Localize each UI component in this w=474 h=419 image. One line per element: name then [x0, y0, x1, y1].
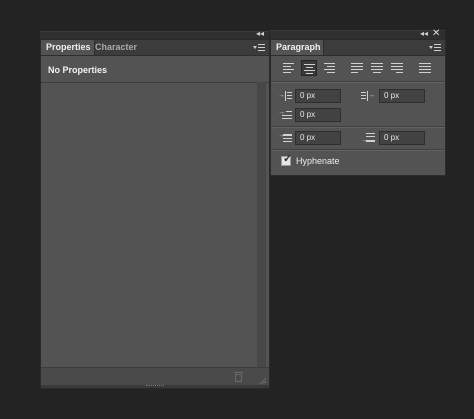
properties-header: No Properties [41, 56, 269, 83]
indent-right-field[interactable]: 0 px [379, 89, 425, 103]
indent-first-line-field[interactable]: 0 px [295, 108, 341, 122]
space-after-field[interactable]: 0 px [379, 131, 425, 145]
properties-panel: Properties Character No Properties [40, 39, 270, 389]
scrollbar[interactable] [257, 82, 266, 367]
indent-left-field[interactable]: 0 px [295, 89, 341, 103]
no-properties-label: No Properties [48, 65, 108, 75]
collapse-icon[interactable]: ◂◂ [420, 29, 428, 39]
panel-menu-icon[interactable] [429, 43, 441, 53]
justify-last-center-button[interactable] [369, 60, 385, 76]
tab-paragraph[interactable]: Paragraph [271, 40, 324, 55]
tab-character[interactable]: Character [90, 40, 142, 55]
paragraph-panel: Paragraph → 0 px ← 0 px → 0 px → 0 px → … [270, 39, 446, 176]
resize-grip-icon[interactable] [259, 377, 267, 385]
space-before-field[interactable]: 0 px [295, 131, 341, 145]
justify-last-left-button[interactable] [349, 60, 365, 76]
tab-properties[interactable]: Properties [41, 40, 95, 55]
checkmark-icon: ✓ [283, 153, 293, 165]
collapse-icon[interactable]: ◂◂ [256, 29, 266, 39]
space-after-icon: → [361, 132, 375, 144]
indent-first-line-icon: → [278, 109, 292, 121]
align-right-button[interactable] [321, 60, 337, 76]
hyphenate-checkbox[interactable]: ✓ [281, 153, 293, 166]
justify-last-right-button[interactable] [389, 60, 405, 76]
space-before-icon: → [278, 132, 292, 144]
properties-tab-bar: Properties Character [41, 40, 269, 56]
trash-icon[interactable] [234, 372, 243, 382]
indent-right-icon: ← [361, 90, 376, 102]
hyphenate-label: Hyphenate [296, 156, 340, 166]
paragraph-tab-bar: Paragraph [271, 40, 445, 56]
properties-footer [41, 367, 269, 386]
justify-all-button[interactable] [417, 60, 433, 76]
align-center-button[interactable] [301, 60, 317, 76]
panel-resize-handle[interactable] [146, 385, 164, 388]
indent-left-icon: → [278, 90, 292, 102]
close-icon[interactable]: ✕ [432, 28, 440, 39]
panel-menu-icon[interactable] [253, 43, 265, 53]
align-left-button[interactable] [281, 60, 297, 76]
